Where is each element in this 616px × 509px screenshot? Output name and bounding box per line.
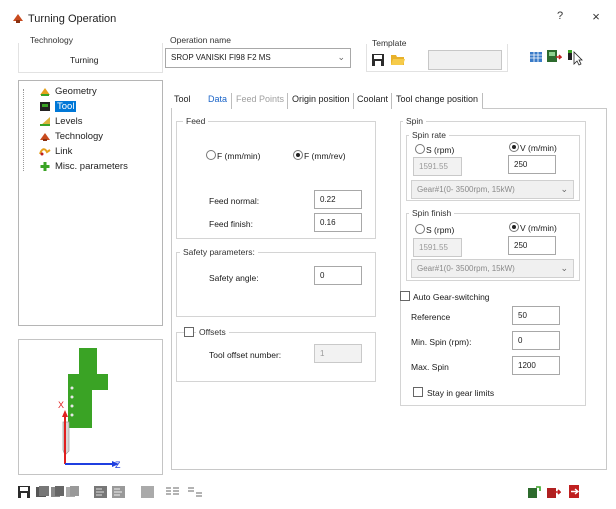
tree-item-levels[interactable]: Levels [39,114,82,128]
tab-coolant[interactable]: Coolant [357,94,388,109]
spin-finish-v-input[interactable]: 250 [508,236,556,255]
cursor-tool-icon[interactable] [566,48,584,66]
technology-value: Turning [70,55,99,65]
tab-feed-points: Feed Points [236,94,285,104]
tab-tool-change-position[interactable]: Tool change position [396,94,478,109]
import-icon[interactable] [94,486,107,498]
min-spin-label: Min. Spin (rpm): [411,337,472,347]
feed-finish-input[interactable]: 0.16 [314,213,362,232]
help-button[interactable]: ? [550,10,570,26]
tool-offset-number-input[interactable]: 1 [314,344,362,363]
technology-icon [40,132,50,141]
radio-spin-finish-s[interactable] [415,224,425,234]
chevron-down-icon: ⌄ [560,184,568,194]
tool-preview: X Z [18,339,163,475]
z-axis-label: Z [115,460,121,470]
radio-spin-rate-s[interactable] [415,144,425,154]
operation-name-value: SROP VANISKI FI98 F2 MS [171,53,271,62]
spin-finish-gear-value: Gear#1(0- 3500rpm, 15kW) [417,264,515,273]
feed-normal-label: Feed normal: [209,196,260,206]
app-icon [13,14,23,23]
spin-finish-gear-select[interactable]: Gear#1(0- 3500rpm, 15kW) ⌄ [411,259,574,278]
safety-angle-label: Safety angle: [209,273,259,283]
radio-feed-mm-min-label: F (mm/min) [217,151,261,161]
exit-icon[interactable] [568,485,581,498]
spin-finish-s-input[interactable]: 1591.55 [413,238,462,257]
safety-angle-input[interactable]: 0 [314,266,362,285]
radio-spin-rate-s-label: S (rpm) [426,145,455,155]
auto-gear-switching-checkbox[interactable] [400,291,410,301]
stay-in-gear-limits-checkbox[interactable] [413,387,423,397]
operation-name-label: Operation name [170,35,231,45]
table-icon[interactable] [529,50,543,64]
open-template-icon[interactable] [390,52,406,66]
tab-tool[interactable]: Tool [174,94,191,109]
tool-preview-graphic [62,348,119,467]
tree-item-geometry[interactable]: Geometry [39,84,97,98]
radio-spin-rate-v[interactable] [509,142,519,152]
tool-icon [40,101,50,111]
chevron-down-icon: ⌄ [560,263,568,273]
tree-item-tool[interactable]: Tool [39,99,77,113]
min-spin-input[interactable]: 0 [512,331,560,350]
max-spin-input[interactable]: 1200 [512,356,560,375]
misc-parameters-icon [40,161,50,171]
stay-in-gear-limits-label: Stay in gear limits [427,388,495,398]
radio-feed-mm-rev[interactable] [293,150,303,160]
close-button[interactable]: × [586,9,606,25]
save-as-icon[interactable] [36,486,49,498]
feed-finish-label: Feed finish: [209,219,253,229]
x-axis-label: X [58,400,65,410]
spin-rate-gear-value: Gear#1(0- 3500rpm, 15kW) [417,185,515,194]
copy-icon[interactable] [51,486,64,498]
spin-rate-title: Spin rate [409,130,450,140]
safety-group-title: Safety parameters: [180,247,258,257]
link-icon [39,147,51,155]
feed-group-title: Feed [183,116,209,126]
tree-item-technology[interactable]: Technology [39,129,103,143]
export-icon[interactable] [546,49,562,63]
offsets-label: Offsets [196,327,229,337]
tree-item-misc-parameters[interactable]: Misc. parameters [39,159,128,173]
compare-icon [188,487,202,497]
radio-spin-finish-v-label: V (m/min) [520,223,557,233]
accept-icon[interactable] [528,486,541,498]
radio-feed-mm-rev-label: F (mm/rev) [304,151,346,161]
tree-item-link[interactable]: Link [39,144,72,158]
radio-feed-mm-min[interactable] [206,150,216,160]
list-icon [166,487,179,495]
save-icon[interactable] [18,486,30,498]
tool-offset-number-label: Tool offset number: [209,350,282,360]
apply-icon[interactable] [547,486,561,498]
reference-input[interactable]: 50 [512,306,560,325]
radio-spin-rate-v-label: V (m/min) [520,143,557,153]
auto-gear-switching-label: Auto Gear-switching [413,292,490,302]
reference-label: Reference [411,312,451,322]
levels-icon [40,116,50,126]
max-spin-label: Max. Spin [411,362,449,372]
spin-finish-title: Spin finish [409,208,455,218]
template-field[interactable] [428,50,502,70]
radio-spin-finish-s-label: S (rpm) [426,225,455,235]
export-tool-icon[interactable] [112,486,125,498]
navigation-tree: Geometry Tool Levels Technology Link Mis… [18,80,163,326]
radio-spin-finish-v[interactable] [509,222,519,232]
tab-origin-position[interactable]: Origin position [292,94,350,109]
spin-rate-v-input[interactable]: 250 [508,155,556,174]
feed-normal-input[interactable]: 0.22 [314,190,362,209]
window-title: Turning Operation [28,13,117,25]
spin-group-title: Spin [403,116,427,126]
offsets-checkbox[interactable] [184,327,194,337]
tree-connector [23,89,35,171]
database-icon [141,486,154,498]
chevron-down-icon: ⌄ [337,52,345,62]
geometry-icon [40,87,50,96]
tab-data[interactable]: Data [208,94,227,109]
save-template-icon[interactable] [371,53,385,67]
paste-icon [66,486,79,497]
spin-rate-gear-select[interactable]: Gear#1(0- 3500rpm, 15kW) ⌄ [411,180,574,199]
spin-rate-s-input[interactable]: 1591.55 [413,157,462,176]
operation-name-combo[interactable]: SROP VANISKI FI98 F2 MS ⌄ [165,48,351,68]
